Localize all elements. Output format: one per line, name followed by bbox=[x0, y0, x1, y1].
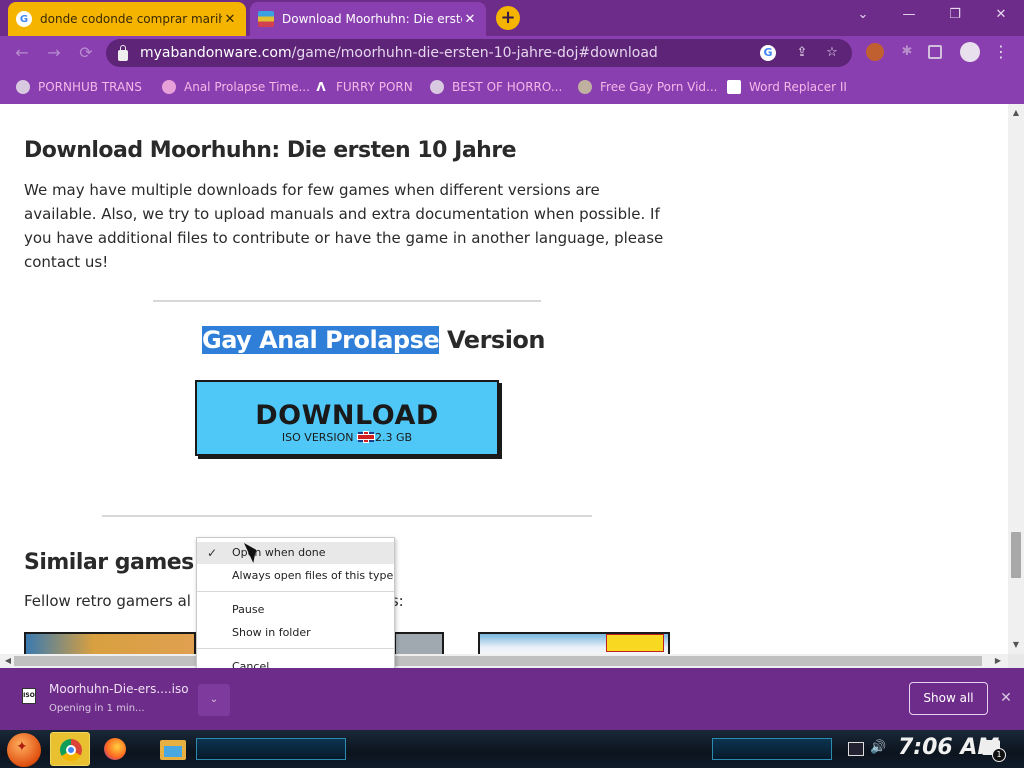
firefox-icon bbox=[104, 738, 126, 760]
myabandonware-favicon-icon bbox=[258, 11, 274, 27]
selected-text[interactable]: Gay Anal Prolapse bbox=[202, 326, 440, 354]
download-options-chevron-icon[interactable]: ⌄ bbox=[198, 684, 230, 716]
bookmark-item[interactable]: Λ FURRY PORN bbox=[314, 79, 412, 95]
taskbar-chrome[interactable] bbox=[50, 732, 90, 766]
divider bbox=[102, 515, 592, 517]
profile-extension-icon[interactable] bbox=[866, 43, 884, 61]
notification-count-badge: 1 bbox=[992, 748, 1006, 762]
new-tab-button[interactable]: + bbox=[496, 6, 520, 30]
taskbar-decoration bbox=[196, 738, 346, 760]
scroll-down-icon[interactable]: ▼ bbox=[1008, 640, 1024, 649]
download-button[interactable]: DOWNLOAD ISO VERSION 2.3 GB bbox=[195, 380, 499, 456]
url-text[interactable]: myabandonware.com/game/moorhuhn-die-erst… bbox=[140, 45, 658, 61]
word-replacer-icon bbox=[727, 80, 741, 94]
download-context-menu: ✓ Open when done Always open files of thi… bbox=[196, 537, 395, 682]
horizontal-scrollbar[interactable]: ◀ ▶ bbox=[0, 654, 1008, 668]
page-content: Download Moorhuhn: Die ersten 10 Jahre W… bbox=[0, 104, 1008, 654]
reload-button[interactable]: ⟳ bbox=[74, 41, 98, 65]
page-title: Download Moorhuhn: Die ersten 10 Jahre bbox=[24, 138, 517, 163]
bookmark-item[interactable]: Word Replacer II bbox=[727, 79, 847, 95]
address-bar[interactable]: myabandonware.com/game/moorhuhn-die-erst… bbox=[106, 39, 852, 67]
tab-title: Download Moorhuhn: Die ersten 10 Jahre bbox=[282, 12, 462, 26]
tab-google-search[interactable]: G donde codonde comprar marihuana ✕ bbox=[8, 2, 246, 36]
scroll-thumb[interactable] bbox=[14, 656, 982, 666]
close-tab-icon[interactable]: ✕ bbox=[222, 12, 238, 27]
show-all-button[interactable]: Show all bbox=[909, 682, 988, 715]
similar-game-thumbnail[interactable] bbox=[24, 632, 196, 654]
minimize-button[interactable]: — bbox=[886, 4, 932, 28]
similar-game-thumbnail[interactable] bbox=[394, 632, 444, 654]
download-button-subtitle: ISO VERSION 2.3 GB bbox=[281, 431, 413, 444]
menu-separator bbox=[197, 591, 394, 592]
close-shelf-icon[interactable]: ✕ bbox=[996, 686, 1016, 710]
tab-search-icon[interactable]: ⌄ bbox=[840, 4, 886, 28]
scroll-thumb[interactable] bbox=[1011, 532, 1021, 578]
google-lens-icon[interactable]: G bbox=[760, 45, 776, 61]
url-domain: myabandonware.com bbox=[140, 45, 292, 61]
tab-download-moorhuhn[interactable]: Download Moorhuhn: Die ersten 10 Jahre ✕ bbox=[250, 2, 486, 36]
bookmark-item[interactable]: PORNHUB TRANS bbox=[16, 79, 142, 95]
download-button-label: DOWNLOAD bbox=[255, 400, 439, 431]
close-tab-icon[interactable]: ✕ bbox=[462, 12, 478, 27]
intro-paragraph: We may have multiple downloads for few g… bbox=[24, 181, 664, 271]
chrome-icon bbox=[60, 739, 82, 761]
menu-kebab-icon[interactable]: ⋮ bbox=[992, 43, 1010, 61]
globe-icon bbox=[430, 80, 444, 94]
menu-separator bbox=[197, 648, 394, 649]
start-button[interactable] bbox=[7, 733, 41, 767]
tab-title: donde codonde comprar marihuana bbox=[40, 12, 222, 26]
title-bar: G donde codonde comprar marihuana ✕ Down… bbox=[0, 0, 1024, 36]
bookmark-item[interactable]: Anal Prolapse Time... bbox=[162, 79, 310, 95]
volume-icon[interactable]: 🔊 bbox=[870, 740, 886, 755]
lambda-icon: Λ bbox=[316, 80, 326, 94]
site-favicon-icon bbox=[578, 80, 592, 94]
taskbar-decoration bbox=[712, 738, 832, 760]
url-path: /game/moorhuhn-die-ersten-10-jahre-doj#d… bbox=[291, 45, 658, 61]
checkmark-icon: ✓ bbox=[207, 546, 218, 560]
similar-game-thumbnail[interactable] bbox=[478, 632, 670, 654]
site-favicon-icon bbox=[162, 80, 176, 94]
share-icon[interactable]: ⇪ bbox=[794, 45, 810, 61]
windows-taskbar: 🔊 7:06 AM 1 bbox=[0, 730, 1024, 768]
extensions-puzzle-icon[interactable]: ✱ bbox=[898, 43, 916, 61]
scroll-up-icon[interactable]: ▲ bbox=[1008, 108, 1024, 117]
globe-icon bbox=[16, 80, 30, 94]
network-icon[interactable] bbox=[848, 742, 864, 756]
close-window-button[interactable]: ✕ bbox=[978, 4, 1024, 28]
side-panel-icon[interactable] bbox=[928, 45, 942, 59]
iso-file-icon: ISO bbox=[22, 688, 36, 704]
download-filename[interactable]: Moorhuhn-Die-ers....iso bbox=[49, 682, 189, 696]
scrollbar-corner bbox=[1008, 654, 1024, 668]
lock-icon[interactable] bbox=[118, 44, 128, 61]
version-heading: Gay Anal Prolapse Version bbox=[202, 326, 545, 354]
bookmark-item[interactable]: Free Gay Porn Vid... bbox=[578, 79, 717, 95]
similar-games-heading: Similar games bbox=[24, 550, 194, 575]
download-status: Opening in 1 min... bbox=[49, 703, 145, 714]
game-box-sticker bbox=[606, 634, 664, 652]
menu-item-always-open[interactable]: Always open files of this type bbox=[197, 565, 394, 587]
bookmark-item[interactable]: BEST OF HORRO... bbox=[430, 79, 562, 95]
avatar[interactable] bbox=[960, 42, 980, 62]
scroll-right-icon[interactable]: ▶ bbox=[990, 656, 1006, 665]
menu-item-pause[interactable]: Pause bbox=[197, 599, 394, 621]
back-button[interactable]: ← bbox=[10, 41, 34, 65]
download-shelf: ISO Moorhuhn-Die-ers....iso Opening in 1… bbox=[0, 668, 1024, 730]
bookmark-star-icon[interactable]: ☆ bbox=[824, 45, 840, 61]
google-favicon-icon: G bbox=[16, 11, 32, 27]
vertical-scrollbar[interactable]: ▲ ▼ bbox=[1008, 104, 1024, 654]
bookmarks-bar: PORNHUB TRANS Anal Prolapse Time... Λ FUR… bbox=[0, 70, 1024, 104]
menu-item-show-in-folder[interactable]: Show in folder bbox=[197, 622, 394, 644]
restore-button[interactable]: ❐ bbox=[932, 4, 978, 28]
forward-button[interactable]: → bbox=[42, 41, 66, 65]
divider bbox=[153, 300, 541, 302]
menu-item-open-when-done[interactable]: ✓ Open when done bbox=[197, 542, 394, 564]
uk-flag-icon bbox=[358, 432, 375, 442]
file-explorer-icon[interactable] bbox=[160, 740, 186, 760]
